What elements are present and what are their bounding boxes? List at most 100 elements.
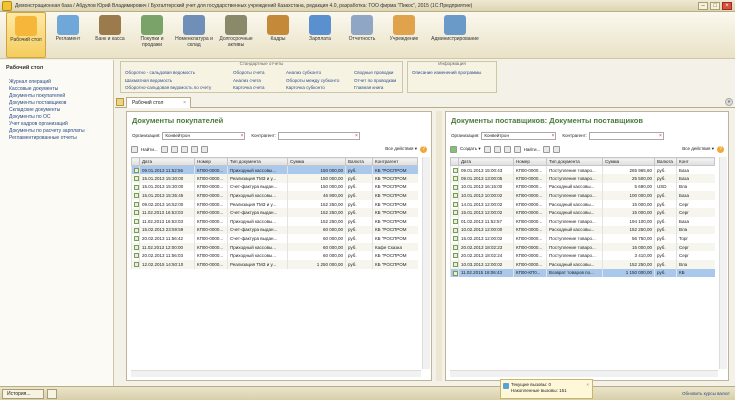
report-link[interactable]: Карточка субконто bbox=[286, 84, 339, 92]
edit-icon[interactable] bbox=[493, 145, 501, 153]
report-link[interactable]: Обороты счета bbox=[233, 69, 265, 77]
search-icon[interactable] bbox=[131, 145, 138, 153]
column-header[interactable]: Тип документа bbox=[227, 157, 288, 166]
column-header[interactable]: Дата bbox=[139, 157, 195, 166]
post-icon[interactable] bbox=[190, 145, 198, 153]
vertical-scrollbar[interactable] bbox=[719, 157, 727, 369]
contractor-field[interactable]: × bbox=[588, 131, 664, 140]
windows-icon[interactable] bbox=[47, 389, 57, 399]
table-row[interactable]: 20.02.2013 18:02:24 КП00-0000... Поступлен… bbox=[450, 251, 715, 261]
navigation-item[interactable]: Складские документы bbox=[9, 107, 113, 114]
section-5[interactable]: Долгосрочные активы bbox=[216, 12, 256, 58]
table-row[interactable]: 15.02.2013 12:00:02 КП00-0000... Поступлен… bbox=[450, 234, 715, 243]
filter-icon[interactable] bbox=[170, 145, 178, 153]
report-link[interactable]: Анализ счета bbox=[233, 77, 265, 85]
table-row[interactable]: 15.01.2013 15:35:45 КП00-0000... Приходный… bbox=[131, 191, 418, 200]
clear-icon[interactable]: × bbox=[355, 133, 358, 139]
navigation-item[interactable]: Документы поставщиков bbox=[9, 100, 113, 107]
search-icon[interactable] bbox=[513, 145, 521, 153]
column-header[interactable]: Тип документа bbox=[546, 157, 603, 166]
unpost-icon[interactable] bbox=[200, 145, 208, 153]
organization-field[interactable]: Конвейтрон × bbox=[481, 131, 557, 140]
home-icon[interactable] bbox=[116, 98, 124, 106]
tab-desktop[interactable]: Рабочий стол × bbox=[126, 97, 191, 108]
contractor-field[interactable]: × bbox=[277, 131, 360, 140]
table-row[interactable]: 10.01.2013 10:00:02 КП00-0000... Поступлен… bbox=[450, 191, 715, 200]
column-header[interactable]: Номер bbox=[194, 157, 228, 166]
clear-icon[interactable]: × bbox=[240, 133, 243, 139]
table-row[interactable]: 09.01.2013 11:52:56 КП00-0000... Приходный… bbox=[131, 165, 418, 175]
table-row[interactable]: 15.02.2013 23:59:59 КП00-0000... Счет-факт… bbox=[131, 225, 418, 235]
find-button[interactable]: Найти... bbox=[141, 147, 158, 152]
refresh-icon[interactable] bbox=[553, 145, 561, 153]
horizontal-scrollbar[interactable] bbox=[131, 370, 421, 377]
navigation-item[interactable]: Учет кадров организаций bbox=[9, 121, 113, 128]
column-header[interactable]: Сумма bbox=[602, 157, 655, 166]
navigation-item[interactable]: Документы по ОС bbox=[9, 114, 113, 121]
minimize-button[interactable]: – bbox=[698, 1, 708, 10]
section-1[interactable]: Регламент bbox=[48, 12, 88, 58]
navigation-item[interactable]: Журнал операций bbox=[9, 79, 113, 86]
table-row[interactable]: 11.02.2013 16:53:03 КП00-0000... Счет-факт… bbox=[131, 208, 418, 218]
section-2[interactable]: Банк и касса bbox=[90, 12, 130, 58]
section-0[interactable]: Рабочий стол bbox=[6, 12, 46, 58]
find-button[interactable]: Найти... bbox=[524, 147, 541, 152]
table-row[interactable]: 20.02.2013 11:56:03 КП00-0000... Приходный… bbox=[131, 251, 418, 261]
table-row[interactable]: 20.02.2013 18:02:23 КП00-0000... Поступлен… bbox=[450, 242, 715, 252]
section-6[interactable]: Кадры bbox=[258, 12, 298, 58]
column-header[interactable]: Номер bbox=[513, 157, 547, 166]
table-row[interactable]: 12.02.2015 14:50:10 КП00-0000... Реализаци… bbox=[131, 260, 418, 269]
table-row[interactable]: 09.01.2013 13:00:05 КП00-0000... Поступлен… bbox=[450, 174, 715, 183]
table-row[interactable]: 15.01.2013 15:30:00 КП00-0000... Реализаци… bbox=[131, 174, 418, 183]
create-button[interactable]: Создать ▾ bbox=[460, 146, 481, 152]
table-row[interactable]: 01.02.2013 11:52:57 КП00-0000... Поступлен… bbox=[450, 217, 715, 226]
table-row[interactable]: 10.02.2013 12:00:00 КП00-0000... Расходный… bbox=[450, 225, 715, 235]
section-3[interactable]: Покупки и продажи bbox=[132, 12, 172, 58]
report-link[interactable]: Оборотно - сальдовая ведомость bbox=[125, 69, 211, 77]
report-link[interactable]: Главная книга bbox=[354, 84, 396, 92]
all-actions-button[interactable]: Все действия ▾ bbox=[385, 146, 417, 152]
report-link[interactable]: Оборотно-сальдовая ведомость по счету bbox=[125, 84, 211, 92]
column-header[interactable]: Контрагент bbox=[372, 157, 418, 166]
refresh-currency-link[interactable]: Обновить курсы валют bbox=[682, 391, 730, 396]
navigation-item[interactable]: Документы покупателей bbox=[9, 93, 113, 100]
table-row[interactable]: 10.01.2013 16:15:00 КП00-0000... Расходный… bbox=[450, 182, 715, 192]
info-link[interactable]: Описание изменений программы bbox=[412, 69, 481, 77]
table-row[interactable]: 09.02.2013 16:52:00 КП00-0000... Реализаци… bbox=[131, 199, 418, 209]
filter-icon[interactable] bbox=[543, 145, 551, 153]
section-10[interactable]: Администрирование bbox=[426, 12, 484, 58]
column-header[interactable]: Конт bbox=[676, 157, 715, 166]
column-header[interactable]: Валюта bbox=[345, 157, 373, 166]
table-row[interactable]: 20.02.2013 11:56:42 КП00-0000... Счет-факт… bbox=[131, 234, 418, 243]
report-link[interactable]: Анализ субконто bbox=[286, 69, 339, 77]
panel-splitter[interactable] bbox=[436, 111, 442, 381]
refresh-icon[interactable] bbox=[180, 145, 188, 153]
close-popup-icon[interactable]: × bbox=[586, 382, 589, 388]
horizontal-scrollbar[interactable] bbox=[450, 370, 718, 377]
navigation-item[interactable]: Документы по расчету зарплаты bbox=[9, 128, 113, 135]
table-row[interactable]: 11.02.2013 16:53:03 КП00-0000... Приходный… bbox=[131, 217, 418, 226]
clear-icon[interactable]: × bbox=[659, 133, 662, 139]
scroll-tabs-icon[interactable]: » bbox=[725, 98, 733, 106]
organization-field[interactable]: Конвейтрон × bbox=[162, 131, 246, 140]
table-row[interactable]: 11.02.2013 12:00:00 КП00-0000... Приходный… bbox=[131, 242, 418, 252]
tab-close-icon[interactable]: × bbox=[183, 98, 186, 108]
report-link[interactable]: Шахматная ведомость bbox=[125, 77, 211, 85]
help-icon[interactable]: ? bbox=[420, 145, 427, 153]
section-4[interactable]: Номенклатура и склад bbox=[174, 12, 214, 58]
create-icon[interactable] bbox=[450, 145, 457, 153]
table-row[interactable]: 09.01.2013 15:00:43 КП00-0000... Поступлен… bbox=[450, 165, 715, 175]
column-header[interactable] bbox=[450, 157, 459, 166]
column-header[interactable] bbox=[131, 157, 140, 166]
column-header[interactable]: Дата bbox=[458, 157, 514, 166]
table-row[interactable]: 14.01.2013 12:00:02 КП00-0000... Расходный… bbox=[450, 199, 715, 209]
close-button[interactable]: × bbox=[722, 1, 732, 10]
all-actions-button[interactable]: Все действия ▾ bbox=[682, 146, 714, 152]
table-row[interactable]: 11.02.2015 18:06:43 КП00-КП0... Возврат то… bbox=[450, 268, 715, 278]
table-row[interactable]: 15.01.2013 12:00:02 КП00-0000... Расходный… bbox=[450, 208, 715, 218]
help-icon[interactable]: ? bbox=[717, 145, 724, 153]
table-row[interactable]: 15.01.2013 15:30:00 КП00-0000... Счет-факт… bbox=[131, 182, 418, 192]
section-9[interactable]: Учреждение bbox=[384, 12, 424, 58]
maximize-button[interactable]: □ bbox=[710, 1, 720, 10]
section-7[interactable]: Зарплата bbox=[300, 12, 340, 58]
